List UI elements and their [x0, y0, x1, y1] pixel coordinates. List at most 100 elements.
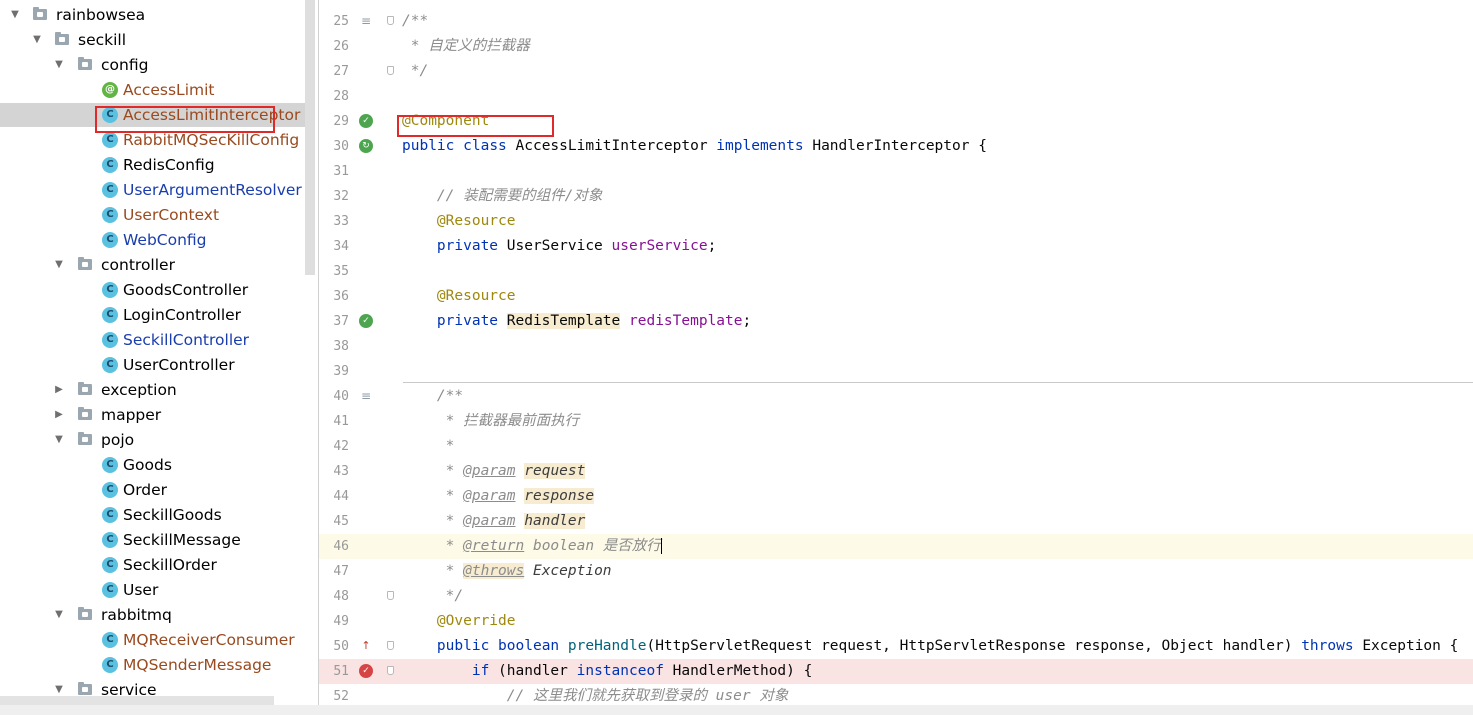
breakpoint-icon[interactable]: ✓ [359, 664, 373, 678]
fold-marker-icon[interactable] [387, 66, 394, 75]
code-line[interactable]: public class AccessLimitInterceptor impl… [395, 134, 1473, 159]
code-line[interactable]: */ [395, 59, 1473, 84]
code-line[interactable]: /** [395, 9, 1473, 34]
spring-bean-icon[interactable]: ✓ [359, 314, 373, 328]
code-line[interactable]: /** [395, 384, 1473, 409]
tree-item-seckillgoods[interactable]: C SeckillGoods [0, 503, 300, 527]
tree-item-redisconfig[interactable]: C RedisConfig [0, 153, 300, 177]
gutter-line[interactable]: 26 [319, 34, 395, 59]
tree-item-mqreceiverconsumer[interactable]: C MQReceiverConsumer [0, 628, 300, 652]
code-line[interactable]: private UserService userService; [395, 234, 1473, 259]
collapse-arrow-icon[interactable]: ▶ [53, 403, 65, 427]
gutter-line[interactable]: 30 ↻ [319, 134, 395, 159]
expand-arrow-icon[interactable]: ▼ [53, 253, 65, 277]
spring-bean-icon[interactable]: ✓ [359, 114, 373, 128]
expand-arrow-icon[interactable]: ▼ [9, 3, 21, 27]
collapse-arrow-icon[interactable]: ▶ [53, 378, 65, 402]
tree-item-seckillcontroller[interactable]: C SeckillController [0, 328, 300, 352]
tree-item-exception[interactable]: ▶ exception [0, 378, 300, 402]
code-line[interactable]: @Component [395, 109, 1473, 134]
tree-item-usercontroller[interactable]: C UserController [0, 353, 300, 377]
gutter-line[interactable]: 28 [319, 84, 395, 109]
tree-item-rabbitmq[interactable]: ▼ rabbitmq [0, 603, 300, 627]
tree-item-seckill[interactable]: ▼ seckill [0, 28, 300, 52]
code-line[interactable]: * 自定义的拦截器 [395, 34, 1473, 59]
code-line[interactable] [395, 159, 1473, 184]
fold-marker-icon[interactable] [387, 641, 394, 650]
code-line[interactable]: // 装配需要的组件/对象 [395, 184, 1473, 209]
tree-item-pojo[interactable]: ▼ pojo [0, 428, 300, 452]
gutter-line[interactable]: 33 [319, 209, 395, 234]
fold-marker-icon[interactable] [387, 16, 394, 25]
tree-item-goodscontroller[interactable]: C GoodsController [0, 278, 300, 302]
code-line[interactable] [395, 359, 1473, 384]
gutter-line[interactable]: 44 [319, 484, 395, 509]
code-line[interactable] [395, 334, 1473, 359]
gutter-line[interactable]: 34 [319, 234, 395, 259]
tree-item-order[interactable]: C Order [0, 478, 300, 502]
gutter-line[interactable]: 25 ≡ [319, 9, 395, 34]
tree-item-seckillorder[interactable]: C SeckillOrder [0, 553, 300, 577]
tree-scrollbar[interactable] [305, 0, 315, 275]
code-line[interactable]: * @param response [395, 484, 1473, 509]
code-line[interactable]: private RedisTemplate redisTemplate; [395, 309, 1473, 334]
implements-icon[interactable]: ↻ [359, 139, 373, 153]
gutter-line[interactable]: 37 ✓ [319, 309, 395, 334]
gutter-line[interactable]: 41 [319, 409, 395, 434]
editor-gutter[interactable]: 25 ≡ 26 27 28 29 ✓ 30 ↻ 31 32 33 34 35 36 37 ✓ 38 39 40 ≡ 41 4… [319, 0, 395, 715]
code-line[interactable]: */ [395, 584, 1473, 609]
doc-comment-icon[interactable]: ≡ [359, 389, 373, 403]
gutter-line[interactable]: 48 [319, 584, 395, 609]
code-line[interactable]: @Override [395, 609, 1473, 634]
expand-arrow-icon[interactable]: ▼ [53, 428, 65, 452]
gutter-line[interactable]: 31 [319, 159, 395, 184]
tree-item-config[interactable]: ▼ config [0, 53, 300, 77]
tree-item-rainbowsea[interactable]: ▼ rainbowsea [0, 3, 300, 27]
fold-marker-icon[interactable] [387, 591, 394, 600]
gutter-line[interactable]: 32 [319, 184, 395, 209]
code-line[interactable]: * @return boolean 是否放行 [395, 534, 1473, 559]
gutter-line[interactable]: 43 [319, 459, 395, 484]
expand-arrow-icon[interactable]: ▼ [53, 53, 65, 77]
tree-item-seckillmessage[interactable]: C SeckillMessage [0, 528, 300, 552]
code-line[interactable]: @Resource [395, 209, 1473, 234]
doc-comment-icon[interactable]: ≡ [359, 14, 373, 28]
tree-item-goods[interactable]: C Goods [0, 453, 300, 477]
gutter-line[interactable]: 49 [319, 609, 395, 634]
tree-item-accesslimit[interactable]: @ AccessLimit [0, 78, 300, 102]
tree-item-controller[interactable]: ▼ controller [0, 253, 300, 277]
gutter-line[interactable]: 46 [319, 534, 395, 559]
fold-marker-icon[interactable] [387, 666, 394, 675]
code-line[interactable] [395, 259, 1473, 284]
gutter-line[interactable]: 38 [319, 334, 395, 359]
tree-item-webconfig[interactable]: C WebConfig [0, 228, 300, 252]
code-line[interactable]: public boolean preHandle(HttpServletRequ… [395, 634, 1473, 659]
code-line[interactable]: * @param request [395, 459, 1473, 484]
tree-item-userargumentresolver[interactable]: C UserArgumentResolver [0, 178, 302, 202]
code-line[interactable]: @Resource [395, 284, 1473, 309]
gutter-line[interactable]: 27 [319, 59, 395, 84]
gutter-line[interactable]: 45 [319, 509, 395, 534]
code-line[interactable]: * @param handler [395, 509, 1473, 534]
tree-item-mqsendermessage[interactable]: C MQSenderMessage [0, 653, 300, 677]
gutter-line[interactable]: 51 ✓ [319, 659, 395, 684]
gutter-line[interactable]: 29 ✓ [319, 109, 395, 134]
code-editor[interactable]: /** * 自定义的拦截器 */ @Component public class A… [395, 0, 1473, 715]
expand-arrow-icon[interactable]: ▼ [31, 28, 43, 52]
gutter-line[interactable]: 40 ≡ [319, 384, 395, 409]
project-tree[interactable]: ▼ rainbowsea ▼ seckill ▼ config @ AccessLimit C A… [0, 0, 319, 715]
code-line[interactable]: * @throws Exception [395, 559, 1473, 584]
tree-item-usercontext[interactable]: C UserContext [0, 203, 300, 227]
gutter-line[interactable]: 42 [319, 434, 395, 459]
code-line[interactable]: * 拦截器最前面执行 [395, 409, 1473, 434]
gutter-line[interactable]: 50 ↑ [319, 634, 395, 659]
tree-item-mapper[interactable]: ▶ mapper [0, 403, 300, 427]
tree-horizontal-scrollbar[interactable] [0, 696, 274, 705]
gutter-line[interactable]: 47 [319, 559, 395, 584]
gutter-line[interactable]: 36 [319, 284, 395, 309]
code-line[interactable] [395, 84, 1473, 109]
tree-item-user[interactable]: C User [0, 578, 300, 602]
code-line[interactable]: if (handler instanceof HandlerMethod) { [395, 659, 1473, 684]
gutter-line[interactable]: 39 [319, 359, 395, 384]
expand-arrow-icon[interactable]: ▼ [53, 603, 65, 627]
